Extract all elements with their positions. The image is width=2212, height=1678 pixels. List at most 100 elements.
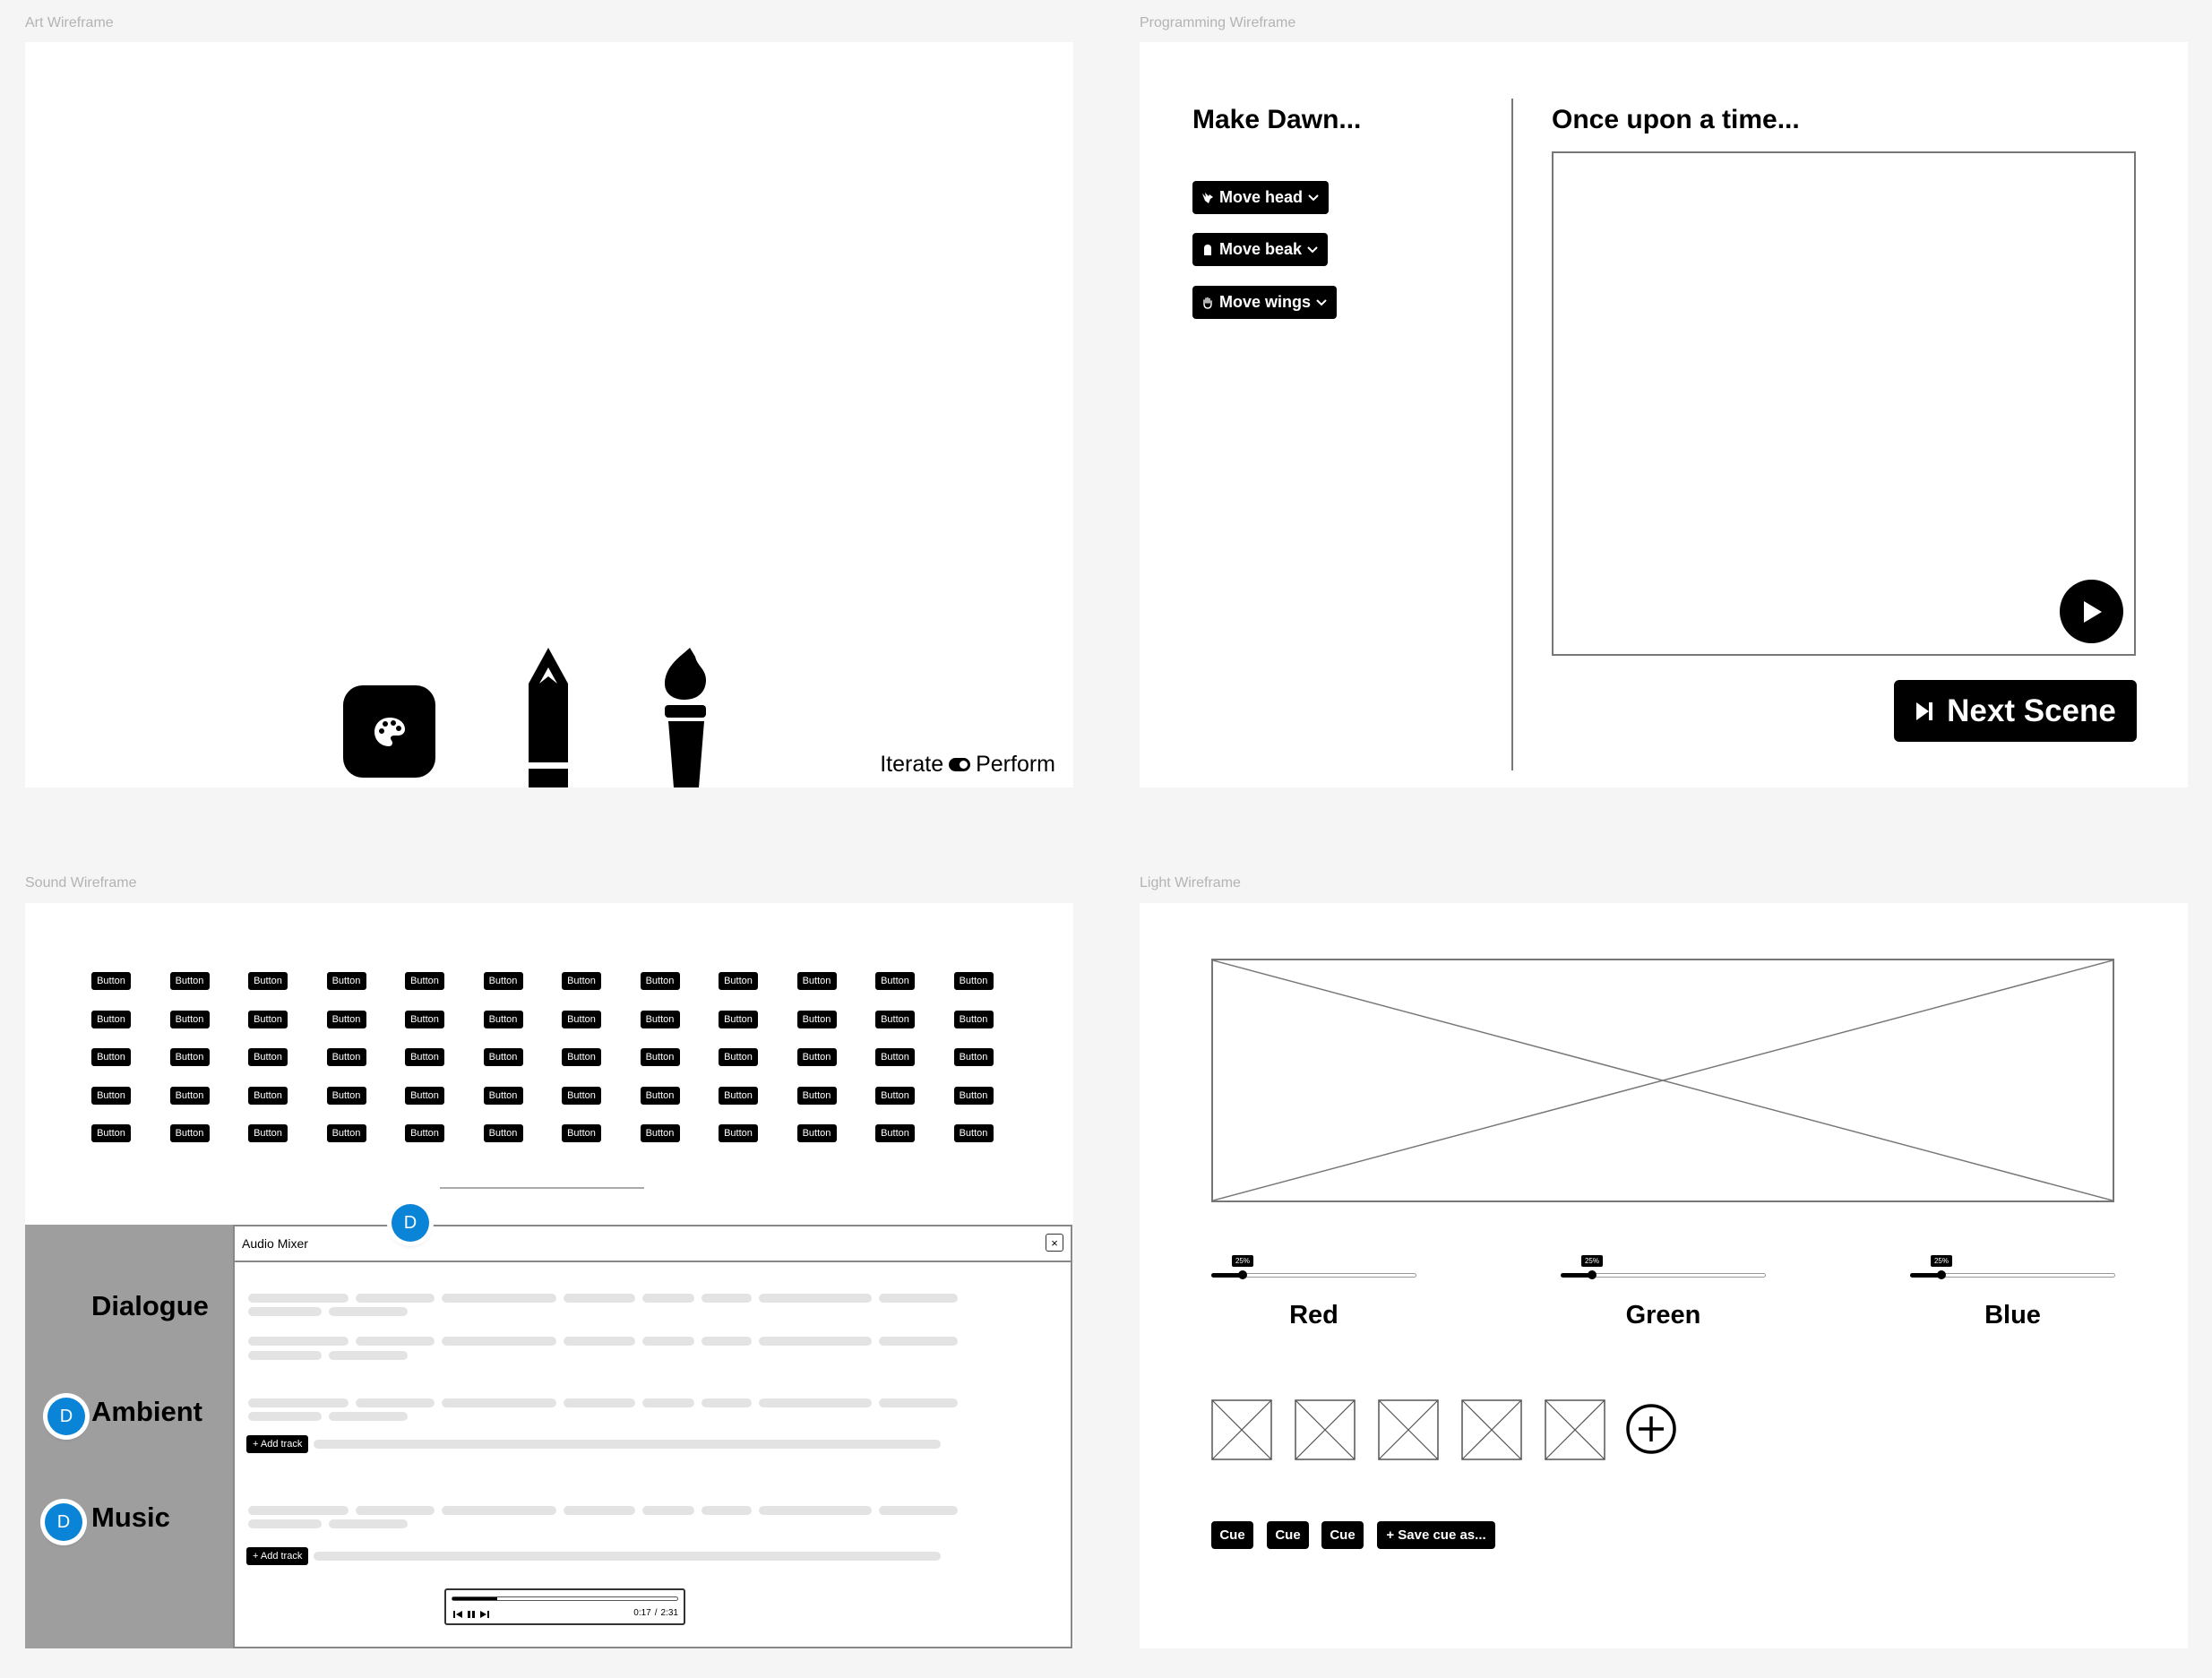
skip-back-icon[interactable]	[453, 1610, 462, 1619]
blue-slider[interactable]: 25%	[1910, 1255, 2115, 1282]
sound-grid-button[interactable]: Button	[953, 1124, 994, 1142]
swatch-placeholder[interactable]	[1378, 1399, 1439, 1460]
swatch-placeholder[interactable]	[1211, 1399, 1272, 1460]
avatar[interactable]: D	[45, 1503, 82, 1541]
toggle-switch[interactable]	[949, 758, 971, 771]
close-button[interactable]: ×	[1046, 1234, 1063, 1252]
sound-grid-button[interactable]: Button	[875, 972, 915, 990]
sound-grid-button[interactable]: Button	[326, 1124, 366, 1142]
sound-grid-button[interactable]: Button	[562, 1086, 601, 1105]
avatar[interactable]: D	[392, 1204, 429, 1242]
sound-grid-button[interactable]: Button	[640, 1048, 680, 1066]
sound-grid-button[interactable]: Button	[875, 1048, 915, 1066]
sound-grid-button[interactable]: Button	[875, 1124, 915, 1142]
move-wings-dropdown[interactable]: Move wings	[1192, 286, 1338, 319]
next-scene-button[interactable]: Next Scene	[1894, 680, 2137, 742]
add-track-button-ambient[interactable]: + Add track	[246, 1435, 309, 1453]
sound-grid-button[interactable]: Button	[169, 1124, 210, 1142]
sound-grid-button[interactable]: Button	[405, 1086, 444, 1105]
move-head-dropdown[interactable]: Move head	[1192, 181, 1330, 214]
sound-grid-button[interactable]: Button	[326, 972, 366, 990]
sound-grid-button[interactable]: Button	[91, 1124, 131, 1142]
sound-grid-button[interactable]: Button	[405, 1124, 444, 1142]
sound-grid-button[interactable]: Button	[169, 972, 210, 990]
sound-grid-button[interactable]: Button	[326, 1086, 366, 1105]
sound-grid-button[interactable]: Button	[796, 1086, 837, 1105]
swatch-placeholder[interactable]	[1295, 1399, 1356, 1460]
sound-grid-button[interactable]: Button	[640, 1010, 680, 1028]
sound-grid-button[interactable]: Button	[91, 972, 131, 990]
sound-grid-button[interactable]: Button	[640, 972, 680, 990]
sound-grid-button[interactable]: Button	[640, 1086, 680, 1105]
sound-grid-button[interactable]: Button	[326, 1048, 366, 1066]
sound-grid-button[interactable]: Button	[405, 1010, 444, 1028]
sound-grid-button[interactable]: Button	[796, 1010, 837, 1028]
cue-button[interactable]: Cue	[1321, 1521, 1364, 1549]
sound-grid-button[interactable]: Button	[640, 1124, 680, 1142]
sound-grid-button[interactable]: Button	[169, 1010, 210, 1028]
swatch-placeholder[interactable]	[1545, 1399, 1605, 1460]
sound-grid-button[interactable]: Button	[562, 1010, 601, 1028]
sound-grid-button[interactable]: Button	[248, 1124, 288, 1142]
red-slider[interactable]: 25%	[1211, 1255, 1416, 1282]
sound-grid-button[interactable]: Button	[719, 1010, 758, 1028]
sound-grid-button[interactable]: Button	[719, 1086, 758, 1105]
add-track-button-music[interactable]: + Add track	[246, 1547, 309, 1565]
pencil-icon[interactable]	[527, 648, 570, 787]
sound-grid-button[interactable]: Button	[719, 1124, 758, 1142]
sound-grid-button[interactable]: Button	[483, 1010, 523, 1028]
sound-grid-button[interactable]: Button	[562, 1124, 601, 1142]
sound-grid-button[interactable]: Button	[483, 972, 523, 990]
sound-grid-button[interactable]: Button	[953, 1010, 994, 1028]
slider-thumb[interactable]	[1937, 1270, 1946, 1279]
sound-grid-button[interactable]: Button	[953, 1086, 994, 1105]
sound-grid-button[interactable]: Button	[91, 1086, 131, 1105]
skip-forward-icon[interactable]	[480, 1610, 489, 1619]
sound-grid-button[interactable]: Button	[169, 1086, 210, 1105]
beak-icon	[1204, 244, 1211, 255]
pause-icon[interactable]	[468, 1610, 475, 1619]
slider-thumb[interactable]	[1238, 1270, 1247, 1279]
sound-grid-button[interactable]: Button	[953, 1048, 994, 1066]
playback-progress-track[interactable]	[452, 1596, 678, 1601]
sound-grid-button[interactable]: Button	[796, 972, 837, 990]
save-cue-button[interactable]: + Save cue as...	[1377, 1521, 1495, 1549]
swatch-placeholder[interactable]	[1461, 1399, 1522, 1460]
sound-frame: Button Button Button Button Button Button Butt…	[25, 903, 1073, 1648]
sound-grid-button[interactable]: Button	[719, 1048, 758, 1066]
chip-label: Move head	[1219, 188, 1304, 206]
cue-button[interactable]: Cue	[1211, 1521, 1253, 1549]
play-button[interactable]	[2060, 580, 2123, 643]
sound-grid-button[interactable]: Button	[796, 1124, 837, 1142]
sound-grid-button[interactable]: Button	[796, 1048, 837, 1066]
green-slider[interactable]: 25%	[1561, 1255, 1766, 1282]
sound-grid-button[interactable]: Button	[875, 1010, 915, 1028]
bird-icon	[1202, 192, 1213, 203]
sound-grid-button[interactable]: Button	[91, 1010, 131, 1028]
sound-grid-button[interactable]: Button	[483, 1086, 523, 1105]
slider-thumb[interactable]	[1588, 1270, 1597, 1279]
sound-grid-button[interactable]: Button	[875, 1086, 915, 1105]
sound-grid-button[interactable]: Button	[326, 1010, 366, 1028]
add-swatch-icon[interactable]	[1625, 1403, 1677, 1455]
sound-grid-button[interactable]: Button	[483, 1048, 523, 1066]
sound-grid-button[interactable]: Button	[953, 972, 994, 990]
sound-grid-button[interactable]: Button	[405, 972, 444, 990]
sound-grid-button[interactable]: Button	[169, 1048, 210, 1066]
sound-grid-button[interactable]: Button	[405, 1048, 444, 1066]
brush-icon[interactable]	[658, 648, 711, 787]
iterate-perform-toggle[interactable]: Iterate Perform	[880, 752, 1055, 778]
sound-grid-button[interactable]: Button	[562, 972, 601, 990]
sound-grid-button[interactable]: Button	[91, 1048, 131, 1066]
sound-grid-button[interactable]: Button	[248, 1010, 288, 1028]
cue-button[interactable]: Cue	[1267, 1521, 1309, 1549]
sound-grid-button[interactable]: Button	[562, 1048, 601, 1066]
sound-grid-button[interactable]: Button	[248, 1048, 288, 1066]
sound-grid-button[interactable]: Button	[248, 972, 288, 990]
sound-grid-button[interactable]: Button	[248, 1086, 288, 1105]
avatar[interactable]: D	[47, 1398, 85, 1435]
palette-tool-button[interactable]	[343, 685, 435, 778]
sound-grid-button[interactable]: Button	[483, 1124, 523, 1142]
move-beak-dropdown[interactable]: Move beak	[1192, 233, 1329, 266]
sound-grid-button[interactable]: Button	[719, 972, 758, 990]
